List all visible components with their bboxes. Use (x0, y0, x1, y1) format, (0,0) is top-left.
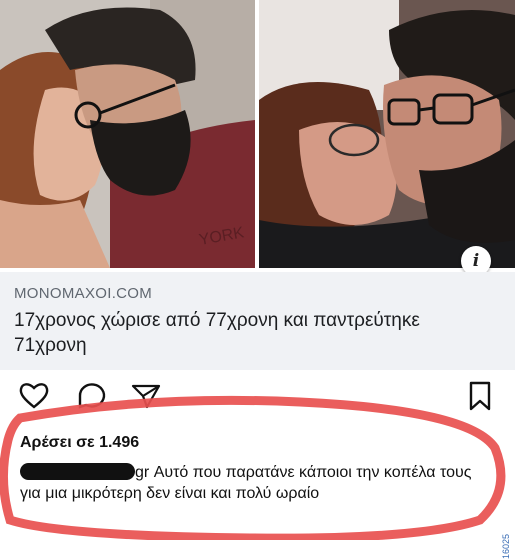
right-photo[interactable] (259, 0, 515, 268)
post-photos: YORK i (0, 0, 515, 276)
bookmark-icon[interactable] (466, 380, 494, 412)
comment-icon[interactable] (76, 380, 108, 410)
left-photo[interactable]: YORK (0, 0, 255, 268)
link-preview-card[interactable]: MONOMAXOI.COM 17χρονος χώρισε από 77χρον… (0, 272, 515, 370)
comment: gr Αυτό που παρατάνε κάποιοι την κοπέλα … (20, 462, 490, 504)
heart-icon[interactable] (18, 380, 50, 410)
redacted-username (20, 463, 135, 480)
likes-count[interactable]: Αρέσει σε 1.496 (20, 434, 139, 452)
watermark: 16025 (501, 534, 511, 559)
send-icon[interactable] (130, 380, 162, 410)
action-bar (0, 380, 515, 420)
link-title[interactable]: 17χρονος χώρισε από 77χρονη και παντρεύτ… (14, 308, 494, 358)
link-domain: MONOMAXOI.COM (14, 285, 153, 302)
username-suffix: gr (135, 464, 150, 481)
